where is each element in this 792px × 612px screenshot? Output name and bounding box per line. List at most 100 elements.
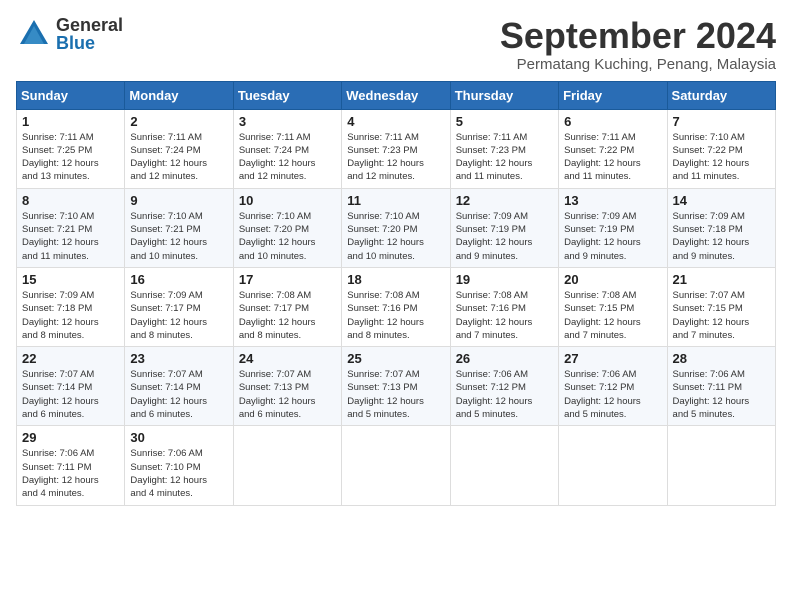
calendar-week-row: 22 Sunrise: 7:07 AMSunset: 7:14 PMDayligh…: [17, 347, 776, 426]
weekday-header-sunday: Sunday: [17, 81, 125, 109]
calendar-cell: 1 Sunrise: 7:11 AMSunset: 7:25 PMDaylight…: [17, 109, 125, 188]
day-info: Sunrise: 7:09 AMSunset: 7:18 PMDaylight:…: [22, 289, 119, 342]
day-info: Sunrise: 7:11 AMSunset: 7:24 PMDaylight:…: [130, 131, 227, 184]
day-info: Sunrise: 7:09 AMSunset: 7:19 PMDaylight:…: [564, 210, 661, 263]
day-number: 10: [239, 193, 336, 208]
calendar-cell: 6 Sunrise: 7:11 AMSunset: 7:22 PMDaylight…: [559, 109, 667, 188]
calendar-cell: 26Sunrise: 7:06 AMSunset: 7:12 PMDayligh…: [450, 347, 558, 426]
day-info: Sunrise: 7:08 AMSunset: 7:15 PMDaylight:…: [564, 289, 661, 342]
day-number: 5: [456, 114, 553, 129]
day-number: 24: [239, 351, 336, 366]
logo-general-text: General: [56, 16, 123, 34]
day-number: 3: [239, 114, 336, 129]
calendar-cell: 3 Sunrise: 7:11 AMSunset: 7:24 PMDaylight…: [233, 109, 341, 188]
day-number: 29: [22, 430, 119, 445]
calendar-cell: 13 Sunrise: 7:09 AMSunset: 7:19 PMDayligh…: [559, 188, 667, 267]
day-info: Sunrise: 7:08 AMSunset: 7:16 PMDaylight:…: [347, 289, 444, 342]
day-number: 17: [239, 272, 336, 287]
day-number: 7: [673, 114, 770, 129]
day-number: 13: [564, 193, 661, 208]
day-number: 14: [673, 193, 770, 208]
calendar-cell: 17 Sunrise: 7:08 AMSunset: 7:17 PMDayligh…: [233, 267, 341, 346]
day-info: Sunrise: 7:10 AMSunset: 7:21 PMDaylight:…: [130, 210, 227, 263]
calendar-cell: [342, 426, 450, 505]
day-info: Sunrise: 7:07 AMSunset: 7:14 PMDaylight:…: [130, 368, 227, 421]
day-info: Sunrise: 7:09 AMSunset: 7:17 PMDaylight:…: [130, 289, 227, 342]
calendar-cell: 14Sunrise: 7:09 AMSunset: 7:18 PMDayligh…: [667, 188, 775, 267]
calendar-cell: 9Sunrise: 7:10 AMSunset: 7:21 PMDaylight…: [125, 188, 233, 267]
day-info: Sunrise: 7:09 AMSunset: 7:19 PMDaylight:…: [456, 210, 553, 263]
weekday-header-tuesday: Tuesday: [233, 81, 341, 109]
day-number: 1: [22, 114, 119, 129]
day-info: Sunrise: 7:11 AMSunset: 7:23 PMDaylight:…: [347, 131, 444, 184]
day-info: Sunrise: 7:07 AMSunset: 7:13 PMDaylight:…: [239, 368, 336, 421]
calendar-cell: 11Sunrise: 7:10 AMSunset: 7:20 PMDayligh…: [342, 188, 450, 267]
calendar-cell: 22 Sunrise: 7:07 AMSunset: 7:14 PMDayligh…: [17, 347, 125, 426]
calendar-table: SundayMondayTuesdayWednesdayThursdayFrid…: [16, 81, 776, 506]
day-info: Sunrise: 7:06 AMSunset: 7:11 PMDaylight:…: [22, 447, 119, 500]
day-info: Sunrise: 7:11 AMSunset: 7:25 PMDaylight:…: [22, 131, 119, 184]
title-block: September 2024 Permatang Kuching, Penang…: [500, 16, 776, 73]
day-number: 15: [22, 272, 119, 287]
calendar-cell: 20Sunrise: 7:08 AMSunset: 7:15 PMDayligh…: [559, 267, 667, 346]
day-number: 23: [130, 351, 227, 366]
day-info: Sunrise: 7:10 AMSunset: 7:20 PMDaylight:…: [239, 210, 336, 263]
calendar-cell: 27 Sunrise: 7:06 AMSunset: 7:12 PMDayligh…: [559, 347, 667, 426]
calendar-week-row: 15 Sunrise: 7:09 AMSunset: 7:18 PMDayligh…: [17, 267, 776, 346]
calendar-cell: [233, 426, 341, 505]
day-info: Sunrise: 7:08 AMSunset: 7:16 PMDaylight:…: [456, 289, 553, 342]
logo-blue-text: Blue: [56, 34, 123, 52]
calendar-cell: 16 Sunrise: 7:09 AMSunset: 7:17 PMDayligh…: [125, 267, 233, 346]
weekday-header-monday: Monday: [125, 81, 233, 109]
day-number: 30: [130, 430, 227, 445]
day-info: Sunrise: 7:11 AMSunset: 7:23 PMDaylight:…: [456, 131, 553, 184]
weekday-header-friday: Friday: [559, 81, 667, 109]
day-number: 2: [130, 114, 227, 129]
calendar-cell: 18 Sunrise: 7:08 AMSunset: 7:16 PMDayligh…: [342, 267, 450, 346]
day-number: 27: [564, 351, 661, 366]
calendar-cell: 4 Sunrise: 7:11 AMSunset: 7:23 PMDaylight…: [342, 109, 450, 188]
day-info: Sunrise: 7:10 AMSunset: 7:21 PMDaylight:…: [22, 210, 119, 263]
page-header: General Blue September 2024 Permatang Ku…: [16, 16, 776, 73]
day-number: 28: [673, 351, 770, 366]
calendar-cell: 29 Sunrise: 7:06 AMSunset: 7:11 PMDayligh…: [17, 426, 125, 505]
day-number: 25: [347, 351, 444, 366]
calendar-cell: 7Sunrise: 7:10 AMSunset: 7:22 PMDaylight…: [667, 109, 775, 188]
day-number: 8: [22, 193, 119, 208]
day-info: Sunrise: 7:07 AMSunset: 7:13 PMDaylight:…: [347, 368, 444, 421]
location-subtitle: Permatang Kuching, Penang, Malaysia: [500, 56, 776, 73]
day-info: Sunrise: 7:06 AMSunset: 7:12 PMDaylight:…: [564, 368, 661, 421]
day-number: 22: [22, 351, 119, 366]
calendar-cell: [667, 426, 775, 505]
calendar-cell: 19Sunrise: 7:08 AMSunset: 7:16 PMDayligh…: [450, 267, 558, 346]
logo-icon: [16, 16, 52, 52]
weekday-header-row: SundayMondayTuesdayWednesdayThursdayFrid…: [17, 81, 776, 109]
calendar-cell: 30Sunrise: 7:06 AMSunset: 7:10 PMDayligh…: [125, 426, 233, 505]
calendar-cell: 25 Sunrise: 7:07 AMSunset: 7:13 PMDayligh…: [342, 347, 450, 426]
calendar-cell: 28Sunrise: 7:06 AMSunset: 7:11 PMDayligh…: [667, 347, 775, 426]
day-info: Sunrise: 7:10 AMSunset: 7:20 PMDaylight:…: [347, 210, 444, 263]
day-number: 6: [564, 114, 661, 129]
day-number: 21: [673, 272, 770, 287]
day-info: Sunrise: 7:08 AMSunset: 7:17 PMDaylight:…: [239, 289, 336, 342]
calendar-cell: 12Sunrise: 7:09 AMSunset: 7:19 PMDayligh…: [450, 188, 558, 267]
logo: General Blue: [16, 16, 123, 52]
calendar-cell: [559, 426, 667, 505]
calendar-week-row: 1 Sunrise: 7:11 AMSunset: 7:25 PMDaylight…: [17, 109, 776, 188]
weekday-header-saturday: Saturday: [667, 81, 775, 109]
day-info: Sunrise: 7:07 AMSunset: 7:15 PMDaylight:…: [673, 289, 770, 342]
day-info: Sunrise: 7:11 AMSunset: 7:24 PMDaylight:…: [239, 131, 336, 184]
day-info: Sunrise: 7:11 AMSunset: 7:22 PMDaylight:…: [564, 131, 661, 184]
calendar-week-row: 29 Sunrise: 7:06 AMSunset: 7:11 PMDayligh…: [17, 426, 776, 505]
day-number: 4: [347, 114, 444, 129]
day-info: Sunrise: 7:07 AMSunset: 7:14 PMDaylight:…: [22, 368, 119, 421]
day-number: 26: [456, 351, 553, 366]
logo-name: General Blue: [56, 16, 123, 52]
day-number: 16: [130, 272, 227, 287]
calendar-cell: 21 Sunrise: 7:07 AMSunset: 7:15 PMDayligh…: [667, 267, 775, 346]
calendar-cell: 2 Sunrise: 7:11 AMSunset: 7:24 PMDaylight…: [125, 109, 233, 188]
day-number: 18: [347, 272, 444, 287]
calendar-cell: 24 Sunrise: 7:07 AMSunset: 7:13 PMDayligh…: [233, 347, 341, 426]
calendar-cell: [450, 426, 558, 505]
calendar-cell: 5 Sunrise: 7:11 AMSunset: 7:23 PMDaylight…: [450, 109, 558, 188]
